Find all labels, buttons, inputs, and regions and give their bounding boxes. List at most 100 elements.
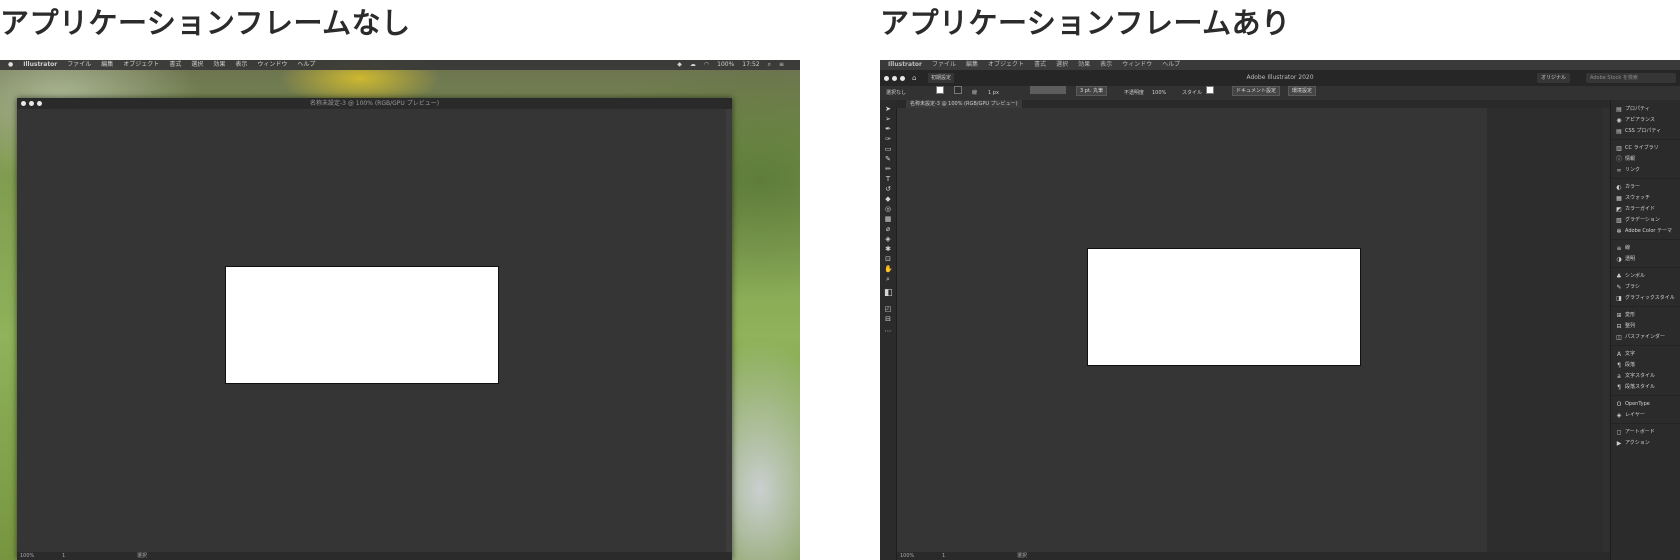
panel-properties[interactable]: ▤ プロパティ (1611, 104, 1680, 115)
menu-type[interactable]: 書式 (1034, 60, 1046, 70)
eraser-tool-icon[interactable]: ◆ (884, 196, 892, 203)
panel-cc-libraries[interactable]: ▥ CC ライブラリ (1611, 143, 1680, 154)
panel-info[interactable]: ⓘ 情報 (1611, 154, 1680, 165)
panel-paragraph[interactable]: ¶ 段落 (1611, 360, 1680, 371)
menu-object[interactable]: オブジェクト (123, 60, 159, 70)
symbol-sprayer-icon[interactable]: ✱ (884, 246, 892, 253)
panel-artboards[interactable]: ◻ アートボード (1611, 427, 1680, 438)
rectangle-tool-icon[interactable]: ▭ (884, 146, 892, 153)
cloud-icon[interactable]: ☁ (690, 60, 696, 70)
menu-help[interactable]: ヘルプ (297, 60, 315, 70)
panel-graphic-styles[interactable]: ◨ グラフィックスタイル (1611, 293, 1680, 304)
menu-select[interactable]: 選択 (1056, 60, 1068, 70)
document-titlebar[interactable]: 名称未設定-3 @ 100% (RGB/GPU プレビュー) (17, 98, 732, 109)
curvature-tool-icon[interactable]: ✑ (884, 136, 892, 143)
pen-tool-icon[interactable]: ✒ (884, 126, 892, 133)
artboard[interactable] (1087, 248, 1361, 366)
document-tab[interactable]: 名称未設定-3 @ 100% (RGB/GPU プレビュー) (906, 100, 1022, 108)
zoom-level[interactable]: 100% (900, 552, 914, 560)
warp-tool-icon[interactable]: ◎ (884, 206, 892, 213)
menu-view[interactable]: 表示 (1100, 60, 1112, 70)
menu-select[interactable]: 選択 (191, 60, 203, 70)
gradient-tool-icon[interactable]: ▦ (884, 216, 892, 223)
panel-pathfinder[interactable]: ◫ パスファインダー (1611, 332, 1680, 343)
pencil-tool-icon[interactable]: ✏ (884, 166, 892, 173)
menu-file[interactable]: ファイル (932, 60, 956, 70)
panel-adobe-color[interactable]: ✻ Adobe Color テーマ (1611, 226, 1680, 237)
more-tools-icon[interactable]: ⋯ (884, 328, 892, 335)
menu-type[interactable]: 書式 (169, 60, 181, 70)
menu-file[interactable]: ファイル (67, 60, 91, 70)
panel-brushes[interactable]: ✎ ブラシ (1611, 282, 1680, 293)
panel-css[interactable]: ▤ CSS プロパティ (1611, 126, 1680, 137)
zoom-level[interactable]: 100% (20, 552, 34, 560)
menu-edit[interactable]: 編集 (966, 60, 978, 70)
menu-app-name[interactable]: Illustrator (888, 60, 922, 70)
menu-window[interactable]: ウィンドウ (1122, 60, 1152, 70)
panel-color[interactable]: ◐ カラー (1611, 182, 1680, 193)
canvas[interactable] (897, 108, 1487, 552)
menu-edit[interactable]: 編集 (101, 60, 113, 70)
clock[interactable]: 17:52 (742, 60, 759, 70)
rotate-tool-icon[interactable]: ↺ (884, 186, 892, 193)
menu-view[interactable]: 表示 (235, 60, 247, 70)
panel-swatches[interactable]: ▦ スウォッチ (1611, 193, 1680, 204)
panel-character[interactable]: A 文字 (1611, 349, 1680, 360)
panel-align[interactable]: ⊟ 整列 (1611, 321, 1680, 332)
panel-stroke[interactable]: ≡ 線 (1611, 243, 1680, 254)
vertical-scrollbar[interactable] (1603, 108, 1609, 552)
panel-symbols[interactable]: ♣ シンボル (1611, 271, 1680, 282)
stock-search-input[interactable]: Adobe Stock を検索 (1586, 73, 1676, 83)
wifi-icon[interactable]: ◠ (704, 60, 709, 70)
preferences-button[interactable]: 環境設定 (1288, 86, 1317, 96)
variable-width-profile[interactable] (1030, 86, 1066, 94)
screen-mode-icon[interactable]: ⊟ (884, 316, 892, 323)
artboard-number[interactable]: 1 (62, 552, 65, 560)
battery-percent[interactable]: 100% (717, 60, 734, 70)
menu-effect[interactable]: 効果 (213, 60, 225, 70)
panel-appearance[interactable]: ◉ アピアランス (1611, 115, 1680, 126)
panel-paragraph-styles[interactable]: ¶ 段落スタイル (1611, 382, 1680, 393)
artboard-tool-icon[interactable]: ⊡ (884, 256, 892, 263)
panel-actions[interactable]: ▶ アクション (1611, 438, 1680, 449)
eyedropper-tool-icon[interactable]: ⌀ (884, 226, 892, 233)
panel-layers[interactable]: ◈ レイヤー (1611, 410, 1680, 421)
opacity-value[interactable]: 100% (1152, 86, 1166, 100)
style-swatch[interactable] (1206, 86, 1214, 94)
search-icon[interactable]: ⌕ (768, 60, 771, 70)
panel-transform[interactable]: ⊞ 変形 (1611, 310, 1680, 321)
menu-app-name[interactable]: Illustrator (23, 60, 57, 70)
artboard-number[interactable]: 1 (942, 552, 945, 560)
panel-links[interactable]: ∞ リンク (1611, 165, 1680, 176)
artboard[interactable] (225, 266, 499, 384)
blend-tool-icon[interactable]: ◈ (884, 236, 892, 243)
zoom-tool-icon[interactable]: ⌕ (884, 276, 892, 283)
brush-definition[interactable]: 3 pt. 丸筆 (1076, 86, 1108, 96)
stroke-weight[interactable]: 1 px (988, 86, 999, 100)
menu-help[interactable]: ヘルプ (1162, 60, 1180, 70)
direct-selection-icon[interactable]: ➢ (884, 116, 892, 123)
panel-opentype[interactable]: O OpenType (1611, 399, 1680, 410)
dropbox-icon[interactable]: ◆ (677, 60, 682, 70)
control-center-icon[interactable]: ≡ (779, 60, 784, 70)
paintbrush-tool-icon[interactable]: ✎ (884, 156, 892, 163)
menu-effect[interactable]: 効果 (1078, 60, 1090, 70)
fill-swatch[interactable] (936, 86, 944, 94)
apple-icon[interactable]: ● (8, 60, 13, 70)
panel-character-styles[interactable]: a 文字スタイル (1611, 371, 1680, 382)
draw-mode-icon[interactable]: ◰ (884, 306, 892, 313)
selection-tool-icon[interactable]: ➤ (884, 106, 892, 113)
menu-window[interactable]: ウィンドウ (257, 60, 287, 70)
menu-object[interactable]: オブジェクト (988, 60, 1024, 70)
panel-gradient[interactable]: ▧ グラデーション (1611, 215, 1680, 226)
document-setup-button[interactable]: ドキュメント設定 (1232, 86, 1281, 96)
vertical-scrollbar[interactable] (726, 109, 732, 552)
panel-transparency[interactable]: ◑ 透明 (1611, 254, 1680, 265)
fill-stroke-icon[interactable]: ◧ (884, 289, 893, 298)
panel-color-guide[interactable]: ◩ カラーガイド (1611, 204, 1680, 215)
hand-tool-icon[interactable]: ✋ (884, 266, 893, 273)
stroke-swatch[interactable] (954, 86, 962, 94)
panel-label: Adobe Color テーマ (1625, 228, 1673, 234)
type-tool-icon[interactable]: T (884, 176, 892, 183)
workspace-switcher[interactable]: オリジナル (1536, 73, 1570, 83)
